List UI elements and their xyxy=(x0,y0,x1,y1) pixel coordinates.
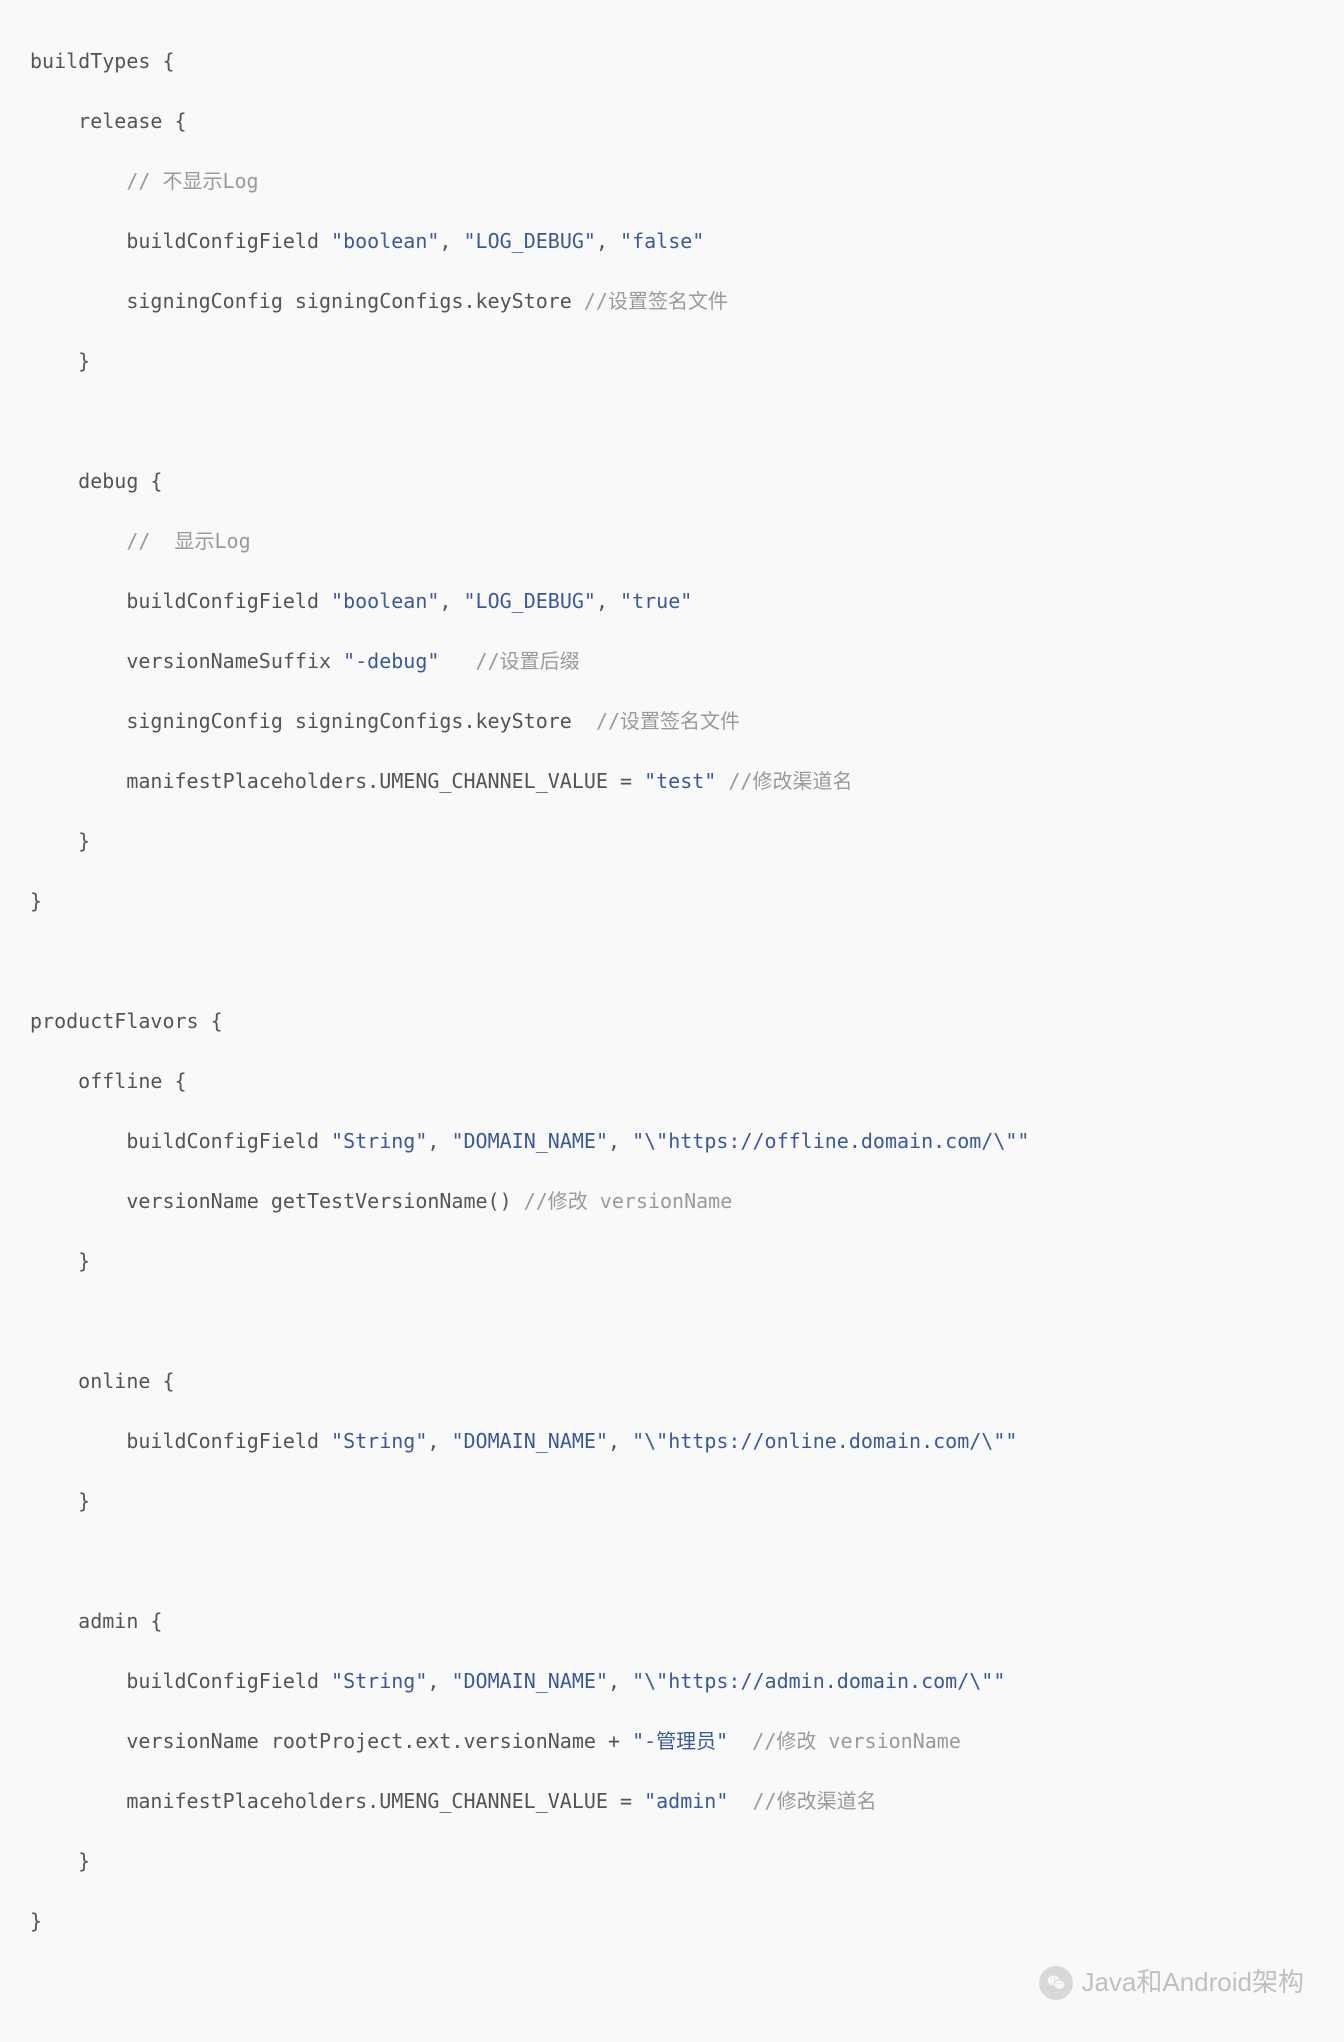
code-line xyxy=(0,946,1344,976)
code-line: buildConfigField "boolean", "LOG_DEBUG",… xyxy=(0,586,1344,616)
code-line: buildConfigField "String", "DOMAIN_NAME"… xyxy=(0,1666,1344,1696)
code-line: signingConfig signingConfigs.keyStore //… xyxy=(0,706,1344,736)
code-line: manifestPlaceholders.UMENG_CHANNEL_VALUE… xyxy=(0,766,1344,796)
code-line: manifestPlaceholders.UMENG_CHANNEL_VALUE… xyxy=(0,1786,1344,1816)
wechat-icon xyxy=(1039,1966,1073,2000)
code-block: buildTypes { release { // 不显示Log buildCo… xyxy=(0,0,1344,2042)
code-line: } xyxy=(0,1486,1344,1516)
code-line: versionName rootProject.ext.versionName … xyxy=(0,1726,1344,1756)
code-line: versionNameSuffix "-debug" //设置后缀 xyxy=(0,646,1344,676)
code-line: } xyxy=(0,346,1344,376)
code-line xyxy=(0,406,1344,436)
code-line: debug { xyxy=(0,466,1344,496)
code-line: online { xyxy=(0,1366,1344,1396)
code-line: release { xyxy=(0,106,1344,136)
code-line: // 显示Log xyxy=(0,526,1344,556)
code-line xyxy=(0,1306,1344,1336)
code-line: offline { xyxy=(0,1066,1344,1096)
code-line: signingConfig signingConfigs.keyStore //… xyxy=(0,286,1344,316)
code-line: admin { xyxy=(0,1606,1344,1636)
code-line: buildConfigField "String", "DOMAIN_NAME"… xyxy=(0,1126,1344,1156)
code-line xyxy=(0,1546,1344,1576)
code-line: productFlavors { xyxy=(0,1006,1344,1036)
code-line: buildConfigField "boolean", "LOG_DEBUG",… xyxy=(0,226,1344,256)
code-line: } xyxy=(0,1906,1344,1936)
code-line: } xyxy=(0,1846,1344,1876)
watermark: Java和Android架构 xyxy=(1039,1963,1304,2002)
code-line: } xyxy=(0,826,1344,856)
watermark-text: Java和Android架构 xyxy=(1081,1963,1304,2002)
code-line: } xyxy=(0,886,1344,916)
code-line: buildTypes { xyxy=(0,46,1344,76)
code-line: // 不显示Log xyxy=(0,166,1344,196)
code-line: versionName getTestVersionName() //修改 ve… xyxy=(0,1186,1344,1216)
code-line: buildConfigField "String", "DOMAIN_NAME"… xyxy=(0,1426,1344,1456)
code-line: } xyxy=(0,1246,1344,1276)
